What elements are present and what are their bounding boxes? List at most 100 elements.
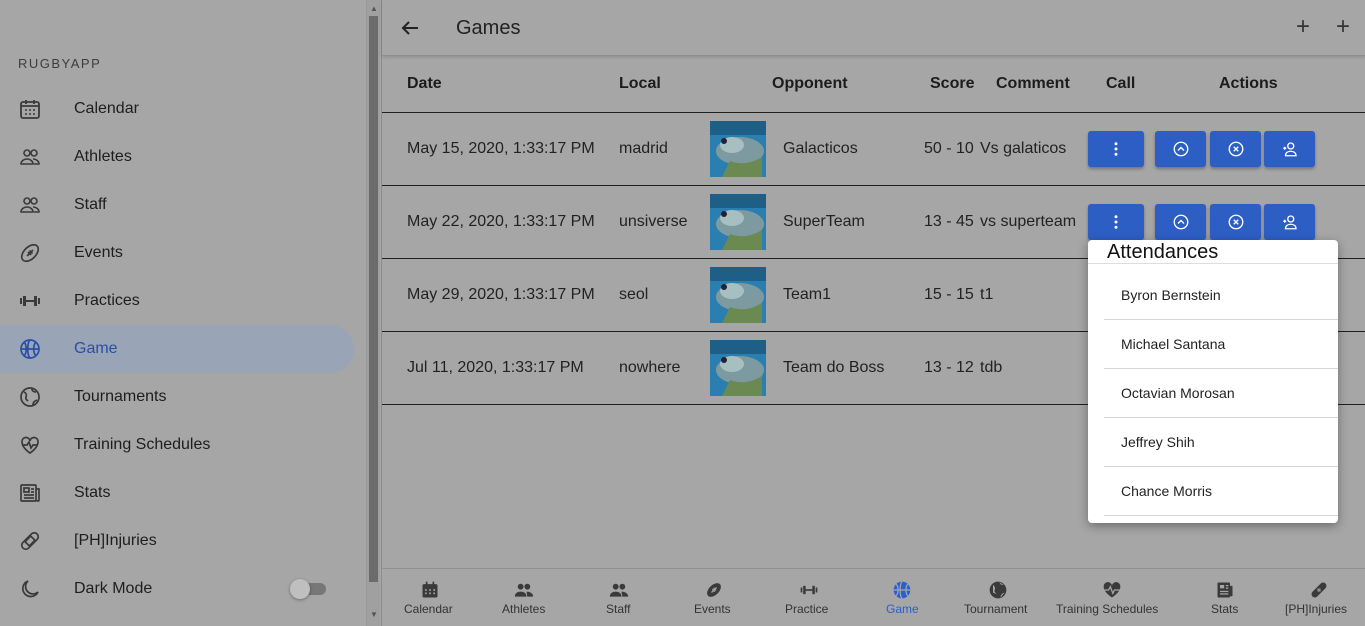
attendance-item[interactable]: Jeffrey Shih: [1104, 418, 1338, 467]
attendance-item[interactable]: Chance Morris: [1104, 467, 1338, 516]
sidebar-item-label: Practices: [74, 292, 140, 309]
sidebar-item-label: Athletes: [74, 148, 132, 165]
opponent-image: [710, 194, 766, 250]
bottom-nav-label: Tournament: [964, 602, 1028, 616]
expand-button[interactable]: [1155, 131, 1206, 167]
sidebar: RUGBYAPP Calendar Athletes Staff Events …: [0, 0, 366, 626]
sidebar-item-label: Staff: [74, 196, 107, 213]
dark-mode-toggle[interactable]: [290, 579, 326, 599]
scroll-down-arrow-icon[interactable]: ▼: [370, 610, 378, 619]
date-cell: May 15, 2020, 1:33:17 PM: [407, 140, 595, 157]
add-button[interactable]: +: [1332, 15, 1354, 39]
more-vertical-icon: [1114, 215, 1118, 229]
sidebar-item-practices[interactable]: Practices: [0, 277, 354, 325]
opponent-image: [710, 121, 766, 177]
attendance-item[interactable]: Byron Bernstein: [1104, 271, 1338, 320]
sidebar-item-label: Dark Mode: [74, 580, 153, 597]
column-header-actions: Actions: [1219, 75, 1278, 92]
opponent-cell: Galacticos: [783, 140, 858, 157]
sidebar-item-calendar[interactable]: Calendar: [0, 85, 354, 133]
bottom-nav-events[interactable]: Events: [666, 569, 762, 626]
attendance-item[interactable]: Octavian Morosan: [1104, 369, 1338, 418]
column-header-opponent[interactable]: Opponent: [772, 75, 848, 93]
sidebar-item-label: Stats: [74, 484, 111, 501]
bottom-nav-label: Staff: [606, 602, 631, 616]
football-icon: [704, 580, 724, 600]
basketball-icon: [892, 580, 912, 600]
calendar-icon: [420, 580, 440, 600]
date-cell: May 22, 2020, 1:33:17 PM: [407, 213, 595, 230]
add-button[interactable]: +: [1292, 15, 1314, 39]
dumbbell-icon: [799, 580, 819, 600]
basketball-icon: [18, 337, 42, 361]
local-cell: madrid: [619, 140, 668, 157]
score-cell: 13 - 45: [924, 213, 974, 230]
sidebar-item-training-schedules[interactable]: Training Schedules: [0, 421, 354, 469]
score-cell: 13 - 12: [924, 359, 974, 376]
scroll-up-arrow-icon[interactable]: ▲: [370, 4, 378, 13]
sidebar-item-tournaments[interactable]: Tournaments: [0, 373, 354, 421]
call-menu-button[interactable]: [1088, 204, 1144, 240]
bottom-nav-game[interactable]: Game: [856, 569, 950, 626]
bottom-nav-stats[interactable]: Stats: [1178, 569, 1272, 626]
date-cell: Jul 11, 2020, 1:33:17 PM: [407, 359, 584, 376]
cancel-button[interactable]: [1210, 131, 1261, 167]
person-add-icon: [1282, 215, 1297, 230]
scrollbar-thumb[interactable]: [369, 16, 378, 582]
sidebar-item-events[interactable]: Events: [0, 229, 354, 277]
expand-button[interactable]: [1155, 204, 1206, 240]
back-arrow-icon[interactable]: [398, 16, 422, 40]
bottom-nav-staff[interactable]: Staff: [572, 569, 666, 626]
sidebar-item-injuries[interactable]: [PH]Injuries: [0, 517, 354, 565]
column-header-score[interactable]: Score: [930, 75, 974, 93]
column-header-comment[interactable]: Comment: [996, 75, 1070, 93]
bottom-nav-label: Training Schedules: [1056, 602, 1159, 616]
bottom-nav-injuries[interactable]: [PH]Injuries: [1272, 569, 1365, 626]
attendee-name: Michael Santana: [1121, 336, 1226, 352]
sidebar-item-athletes[interactable]: Athletes: [0, 133, 354, 181]
people-icon: [514, 580, 534, 600]
sidebar-item-staff[interactable]: Staff: [0, 181, 354, 229]
add-attendee-button[interactable]: [1264, 204, 1315, 240]
moon-icon: [18, 577, 42, 601]
more-vertical-icon: [1114, 142, 1118, 156]
comment-cell: t1: [980, 286, 994, 303]
date-cell: May 29, 2020, 1:33:17 PM: [407, 286, 595, 303]
sidebar-item-stats[interactable]: Stats: [0, 469, 354, 517]
bottom-nav-training-schedules[interactable]: Training Schedules: [1046, 569, 1178, 626]
sidebar-item-game[interactable]: Game: [0, 325, 354, 373]
comment-cell: tdb: [980, 359, 1003, 376]
score-cell: 15 - 15: [924, 286, 974, 303]
bottom-nav-tournament[interactable]: Tournament: [950, 569, 1046, 626]
chevron-up-circle-icon: [1173, 141, 1188, 157]
plus-icon: +: [1335, 13, 1350, 40]
add-attendee-button[interactable]: [1264, 131, 1315, 167]
toggle-knob: [290, 579, 310, 599]
column-header-call[interactable]: Call: [1106, 75, 1135, 93]
local-cell: unsiverse: [619, 213, 688, 230]
column-header-local[interactable]: Local: [619, 75, 661, 93]
table-row: May 15, 2020, 1:33:17 PM madrid Galactic…: [382, 112, 1365, 185]
chevron-up-circle-icon: [1173, 214, 1188, 230]
page-title: Games: [456, 17, 521, 39]
score-cell: 50 - 10: [924, 140, 974, 157]
dumbbell-icon: [18, 289, 42, 313]
opponent-cell: Team1: [783, 286, 832, 303]
bottom-nav-athletes[interactable]: Athletes: [478, 569, 572, 626]
attendance-item[interactable]: Michael Santana: [1104, 320, 1338, 369]
cancel-button[interactable]: [1210, 204, 1261, 240]
bottom-nav-label: Calendar: [404, 602, 453, 616]
sidebar-scrollbar[interactable]: ▲ ▼: [366, 0, 380, 626]
bottom-nav-calendar[interactable]: Calendar: [382, 569, 478, 626]
column-header-date[interactable]: Date: [407, 75, 442, 93]
people-icon: [609, 580, 629, 600]
call-menu-button[interactable]: [1088, 131, 1144, 167]
bottom-nav-label: Game: [886, 602, 919, 616]
bottom-nav-label: Athletes: [502, 602, 546, 616]
bandage-icon: [1309, 580, 1329, 600]
close-circle-icon: [1228, 214, 1243, 230]
bottom-nav-practice[interactable]: Practice: [762, 569, 856, 626]
comment-cell: Vs galaticos: [980, 140, 1067, 157]
sidebar-item-label: Tournaments: [74, 388, 167, 405]
opponent-image: [710, 267, 766, 323]
